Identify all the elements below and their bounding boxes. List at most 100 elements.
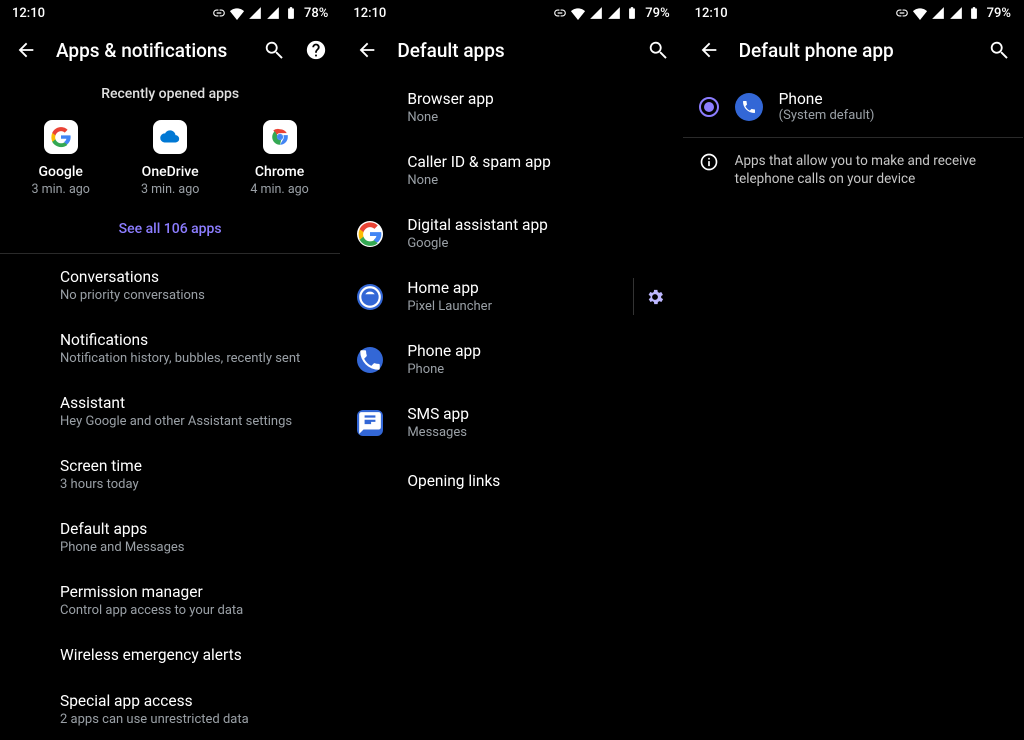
wifi-icon: [230, 6, 244, 20]
row-screen-time[interactable]: Screen time 3 hours today: [0, 443, 340, 506]
row-wireless-emergency[interactable]: Wireless emergency alerts: [0, 632, 340, 678]
wifi-icon: [913, 6, 927, 20]
link-icon: [553, 6, 567, 20]
row-title: Special app access: [60, 692, 249, 710]
panel-apps-notifications: 12:10 78% Apps & notifications Recently …: [0, 0, 341, 740]
status-bar: 12:10 79%: [683, 0, 1023, 24]
status-right: 78%: [212, 6, 328, 21]
row-sub: Phone and Messages: [60, 540, 185, 555]
signal-icon: [589, 6, 603, 20]
battery-icon: [625, 6, 639, 20]
signal-icon: [248, 6, 262, 20]
back-icon[interactable]: [355, 38, 379, 62]
panel-default-apps: 12:10 79% Default apps Browser app None …: [341, 0, 682, 740]
back-icon[interactable]: [14, 38, 38, 62]
onedrive-icon: [153, 120, 187, 154]
signal-icon-2: [949, 6, 963, 20]
row-title: Conversations: [60, 268, 205, 286]
chrome-icon: [263, 120, 297, 154]
row-sub: Control app access to your data: [60, 603, 243, 618]
recent-app-name: OneDrive: [142, 164, 199, 180]
row-digital-assistant-app[interactable]: Digital assistant app Google: [341, 202, 681, 265]
row-assistant[interactable]: Assistant Hey Google and other Assistant…: [0, 380, 340, 443]
google-icon: [44, 120, 78, 154]
row-sub: No priority conversations: [60, 288, 205, 303]
battery-percent: 79%: [987, 6, 1011, 21]
link-icon: [212, 6, 226, 20]
row-title: Home app: [407, 279, 492, 297]
icon-spacer: [357, 468, 383, 494]
option-phone[interactable]: Phone (System default): [683, 76, 1023, 137]
row-title: Digital assistant app: [407, 216, 548, 234]
app-bar: Apps & notifications: [0, 24, 340, 76]
page-title: Default phone app: [739, 39, 969, 62]
row-sms-app[interactable]: SMS app Messages: [341, 391, 681, 454]
back-icon[interactable]: [697, 38, 721, 62]
status-time: 12:10: [695, 6, 728, 21]
row-notifications[interactable]: Notifications Notification history, bubb…: [0, 317, 340, 380]
row-caller-id-app[interactable]: Caller ID & spam app None: [341, 139, 681, 202]
row-browser-app[interactable]: Browser app None: [341, 76, 681, 139]
row-title: Opening links: [407, 472, 500, 490]
battery-icon: [967, 6, 981, 20]
info-row: Apps that allow you to make and receive …: [683, 138, 1023, 202]
search-icon[interactable]: [262, 38, 286, 62]
recent-app-sub: 4 min. ago: [250, 182, 308, 197]
row-title: SMS app: [407, 405, 469, 423]
gear-icon[interactable]: [644, 286, 666, 308]
row-sub: Phone: [407, 362, 481, 377]
see-all-apps-link[interactable]: See all 106 apps: [0, 207, 340, 253]
page-title: Default apps: [397, 39, 627, 62]
phone-icon: [357, 347, 383, 373]
row-title: Caller ID & spam app: [407, 153, 551, 171]
icon-spacer: [357, 158, 383, 184]
messages-icon: [357, 410, 383, 436]
row-opening-links[interactable]: Opening links: [341, 454, 681, 508]
signal-icon-2: [266, 6, 280, 20]
icon-spacer: [357, 95, 383, 121]
row-home-app[interactable]: Home app Pixel Launcher: [341, 265, 681, 328]
row-phone-app[interactable]: Phone app Phone: [341, 328, 681, 391]
row-sub: Google: [407, 236, 548, 251]
row-permission-manager[interactable]: Permission manager Control app access to…: [0, 569, 340, 632]
recent-app-name: Chrome: [255, 164, 304, 180]
radio-selected-icon: [699, 97, 719, 117]
recent-app-google[interactable]: Google 3 min. ago: [11, 120, 111, 197]
row-title: Browser app: [407, 90, 493, 108]
row-title: Wireless emergency alerts: [60, 646, 242, 664]
row-conversations[interactable]: Conversations No priority conversations: [0, 254, 340, 317]
row-sub: None: [407, 110, 493, 125]
search-icon[interactable]: [987, 38, 1011, 62]
signal-icon: [931, 6, 945, 20]
link-icon: [895, 6, 909, 20]
status-right: 79%: [553, 6, 669, 21]
status-bar: 12:10 78%: [0, 0, 340, 24]
search-icon[interactable]: [646, 38, 670, 62]
info-icon: [699, 152, 719, 176]
row-special-app-access[interactable]: Special app access 2 apps can use unrest…: [0, 678, 340, 740]
row-default-apps[interactable]: Default apps Phone and Messages: [0, 506, 340, 569]
row-title: Notifications: [60, 331, 300, 349]
option-name: Phone: [779, 90, 875, 108]
status-time: 12:10: [353, 6, 386, 21]
recent-app-chrome[interactable]: Chrome 4 min. ago: [230, 120, 330, 197]
app-bar: Default phone app: [683, 24, 1023, 76]
battery-percent: 78%: [304, 6, 328, 21]
recent-app-sub: 3 min. ago: [141, 182, 199, 197]
row-sub: Notification history, bubbles, recently …: [60, 351, 300, 366]
battery-percent: 79%: [645, 6, 669, 21]
app-bar: Default apps: [341, 24, 681, 76]
row-sub: None: [407, 173, 551, 188]
signal-icon-2: [607, 6, 621, 20]
panel-default-phone-app: 12:10 79% Default phone app Phone (Syste…: [683, 0, 1024, 740]
recent-app-name: Google: [39, 164, 83, 180]
recent-apps-label: Recently opened apps: [0, 76, 340, 114]
status-time: 12:10: [12, 6, 45, 21]
status-right: 79%: [895, 6, 1011, 21]
recent-app-onedrive[interactable]: OneDrive 3 min. ago: [120, 120, 220, 197]
recent-apps-row: Google 3 min. ago OneDrive 3 min. ago Ch…: [0, 114, 340, 207]
help-icon[interactable]: [304, 38, 328, 62]
row-sub: Pixel Launcher: [407, 299, 492, 314]
row-sub: Hey Google and other Assistant settings: [60, 414, 292, 429]
option-sub: (System default): [779, 108, 875, 123]
